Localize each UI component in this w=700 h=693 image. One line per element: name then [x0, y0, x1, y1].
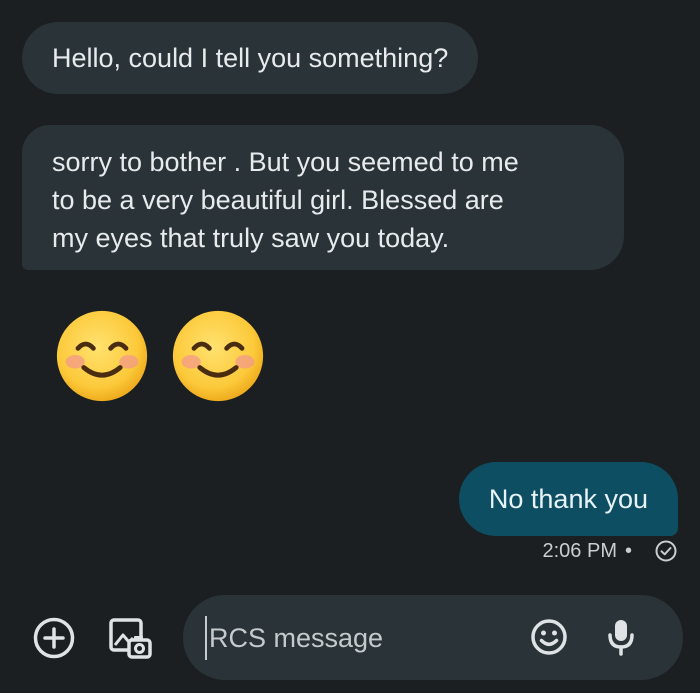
message-text: No thank you [488, 483, 648, 514]
message-time: 2:06 PM [542, 540, 617, 562]
gallery-button[interactable] [106, 614, 154, 662]
message-text-line: to be a very beautiful girl. Blessed are [52, 185, 504, 215]
incoming-message[interactable]: Hello, could I tell you something? [22, 22, 479, 94]
message-input[interactable] [205, 616, 511, 660]
voice-input-button[interactable] [599, 615, 643, 659]
add-attachment-button[interactable] [30, 614, 78, 662]
plus-circle-icon [33, 617, 75, 659]
incoming-message[interactable]: sorry to bother . But you seemed to me t… [22, 125, 624, 270]
message-composer [0, 595, 700, 685]
outgoing-message[interactable]: No thank you [458, 462, 678, 536]
emoji-icon [531, 619, 567, 655]
status-separator: • [624, 540, 632, 562]
smiling-face-emoji-icon [172, 310, 264, 402]
smiling-face-emoji-icon [56, 310, 148, 402]
message-text-line: sorry to bother . But you seemed to me [52, 147, 519, 177]
message-input-container [183, 595, 683, 680]
message-text: Hello, could I tell you something? [52, 43, 449, 73]
mic-icon [608, 620, 634, 656]
emoji-button[interactable] [527, 615, 571, 659]
emoji-message[interactable] [54, 308, 266, 404]
message-status: 2:06 PM • [542, 540, 677, 563]
delivered-check-icon [655, 540, 677, 562]
gallery-camera-icon [109, 618, 152, 659]
message-text-line: my eyes that truly saw you today. [52, 223, 450, 253]
